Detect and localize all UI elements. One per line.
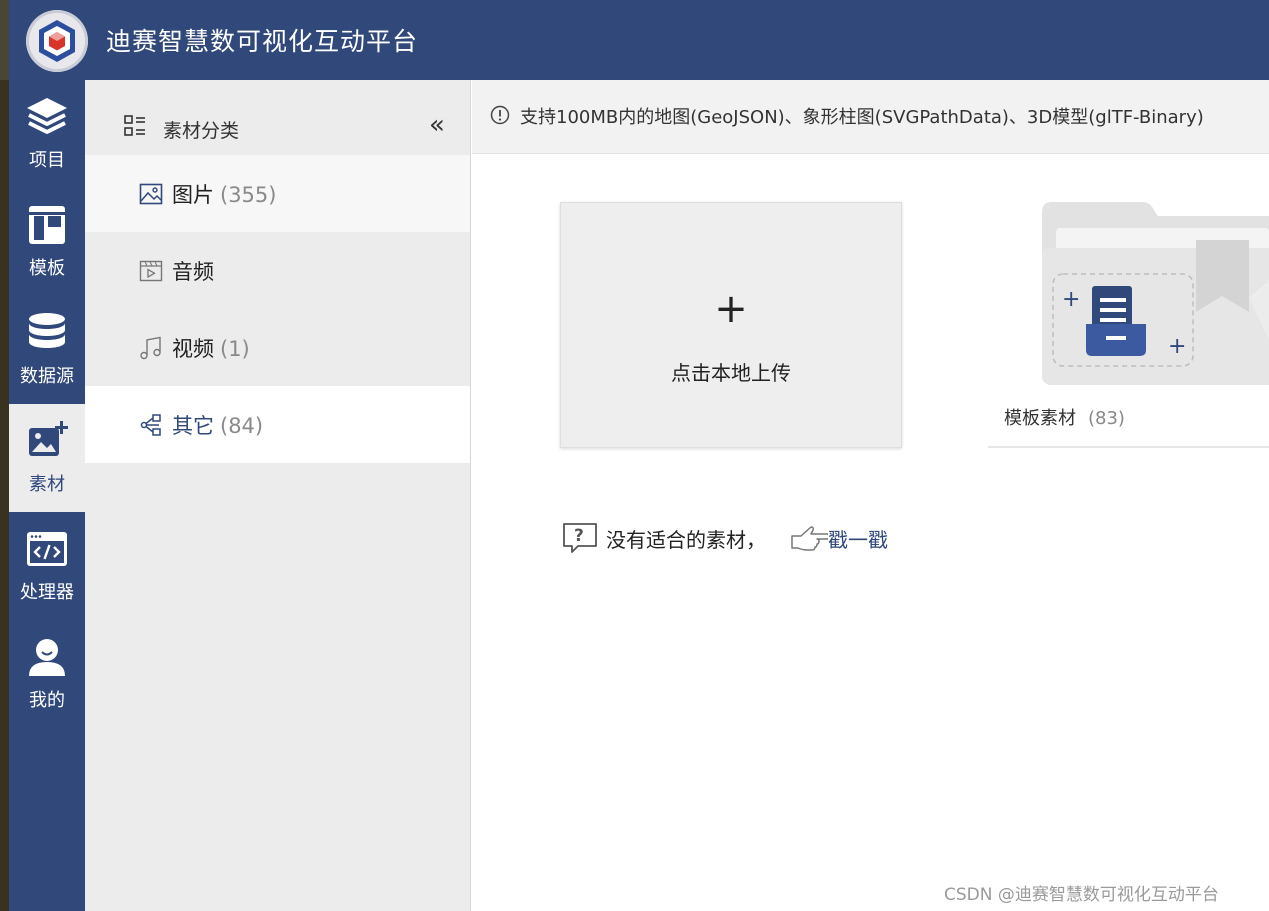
template-card-label: 模板素材 [1004, 408, 1076, 429]
rail-item-templates[interactable]: 模板 [9, 188, 85, 296]
user-icon [29, 639, 65, 676]
pointing-hand-icon [791, 526, 828, 551]
cube-logo-icon[interactable] [26, 10, 88, 72]
category-count: (84) [220, 414, 264, 438]
rail-item-label: 模板 [29, 258, 65, 279]
database-icon [29, 313, 65, 348]
template-materials-card[interactable]: + + 模板素材 (83) [988, 200, 1269, 448]
category-item-images[interactable]: 图片 (355) [85, 155, 470, 232]
template-card-divider [988, 446, 1269, 448]
plus-icon: + [714, 286, 748, 332]
upload-label: 点击本地上传 [671, 361, 791, 385]
watermark: CSDN @迪赛智慧数可视化互动平台 [944, 885, 1219, 905]
rail-item-label: 素材 [29, 474, 65, 495]
template-card-count: (83) [1088, 408, 1125, 429]
category-header-title: 素材分类 [163, 120, 240, 142]
svg-text:?: ? [574, 526, 584, 546]
window-edge-top [0, 0, 9, 80]
svg-text:+: + [1062, 287, 1080, 312]
share-node-icon [140, 414, 161, 436]
category-name: 视频 [172, 337, 214, 361]
category-item-other[interactable]: 其它 (84) [85, 386, 470, 463]
poke-link[interactable]: 戳一戳 [828, 524, 888, 553]
image-icon [139, 183, 163, 205]
music-icon [140, 336, 161, 360]
rail-item-mine[interactable]: 我的 [9, 620, 85, 728]
category-count: (355) [220, 183, 277, 207]
nav-rail: 项目 模板 数据源 素材 处理器 我的 [9, 80, 85, 911]
category-name: 图片 [172, 183, 214, 207]
app-title: 迪赛智慧数可视化互动平台 [106, 27, 419, 56]
collapse-panel-button[interactable]: « [429, 110, 445, 140]
rail-item-label: 我的 [29, 690, 65, 711]
rail-item-label: 数据源 [20, 366, 74, 387]
layout-icon [29, 206, 65, 244]
category-panel: 素材分类 « 图片 (355) 音频 视频 (1) 其它 (84) [85, 80, 471, 911]
list-icon [124, 115, 145, 136]
app-header: 迪赛智慧数可视化互动平台 [9, 0, 1269, 80]
rail-item-processors[interactable]: 处理器 [9, 512, 85, 620]
rail-item-projects[interactable]: 项目 [9, 80, 85, 188]
code-window-icon [27, 532, 67, 566]
window-edge [0, 80, 9, 911]
folder-icon: + + [1042, 202, 1269, 385]
question-bubble-icon: ? [563, 523, 597, 553]
rail-item-datasource[interactable]: 数据源 [9, 296, 85, 404]
upload-info-bar: 支持100MB内的地图(GeoJSON)、象形柱图(SVGPathData)、3… [472, 80, 1269, 154]
upload-info-text: 支持100MB内的地图(GeoJSON)、象形柱图(SVGPathData)、3… [520, 107, 1204, 128]
category-name: 其它 [172, 414, 214, 438]
category-header: 素材分类 « [85, 80, 470, 154]
category-item-video[interactable]: 视频 (1) [85, 309, 470, 386]
layers-icon [27, 98, 67, 134]
rail-item-label: 处理器 [20, 582, 74, 603]
video-icon [139, 260, 163, 282]
category-item-audio[interactable]: 音频 [85, 232, 470, 309]
help-text: 没有适合的素材， [606, 528, 766, 552]
category-count: (1) [220, 337, 250, 361]
image-add-icon [29, 421, 68, 456]
svg-text:+: + [1168, 334, 1186, 359]
info-icon [490, 105, 510, 125]
rail-item-label: 项目 [29, 150, 65, 171]
local-upload-card[interactable]: + 点击本地上传 [560, 202, 902, 448]
rail-item-materials[interactable]: 素材 [9, 404, 85, 512]
category-name: 音频 [172, 260, 214, 284]
